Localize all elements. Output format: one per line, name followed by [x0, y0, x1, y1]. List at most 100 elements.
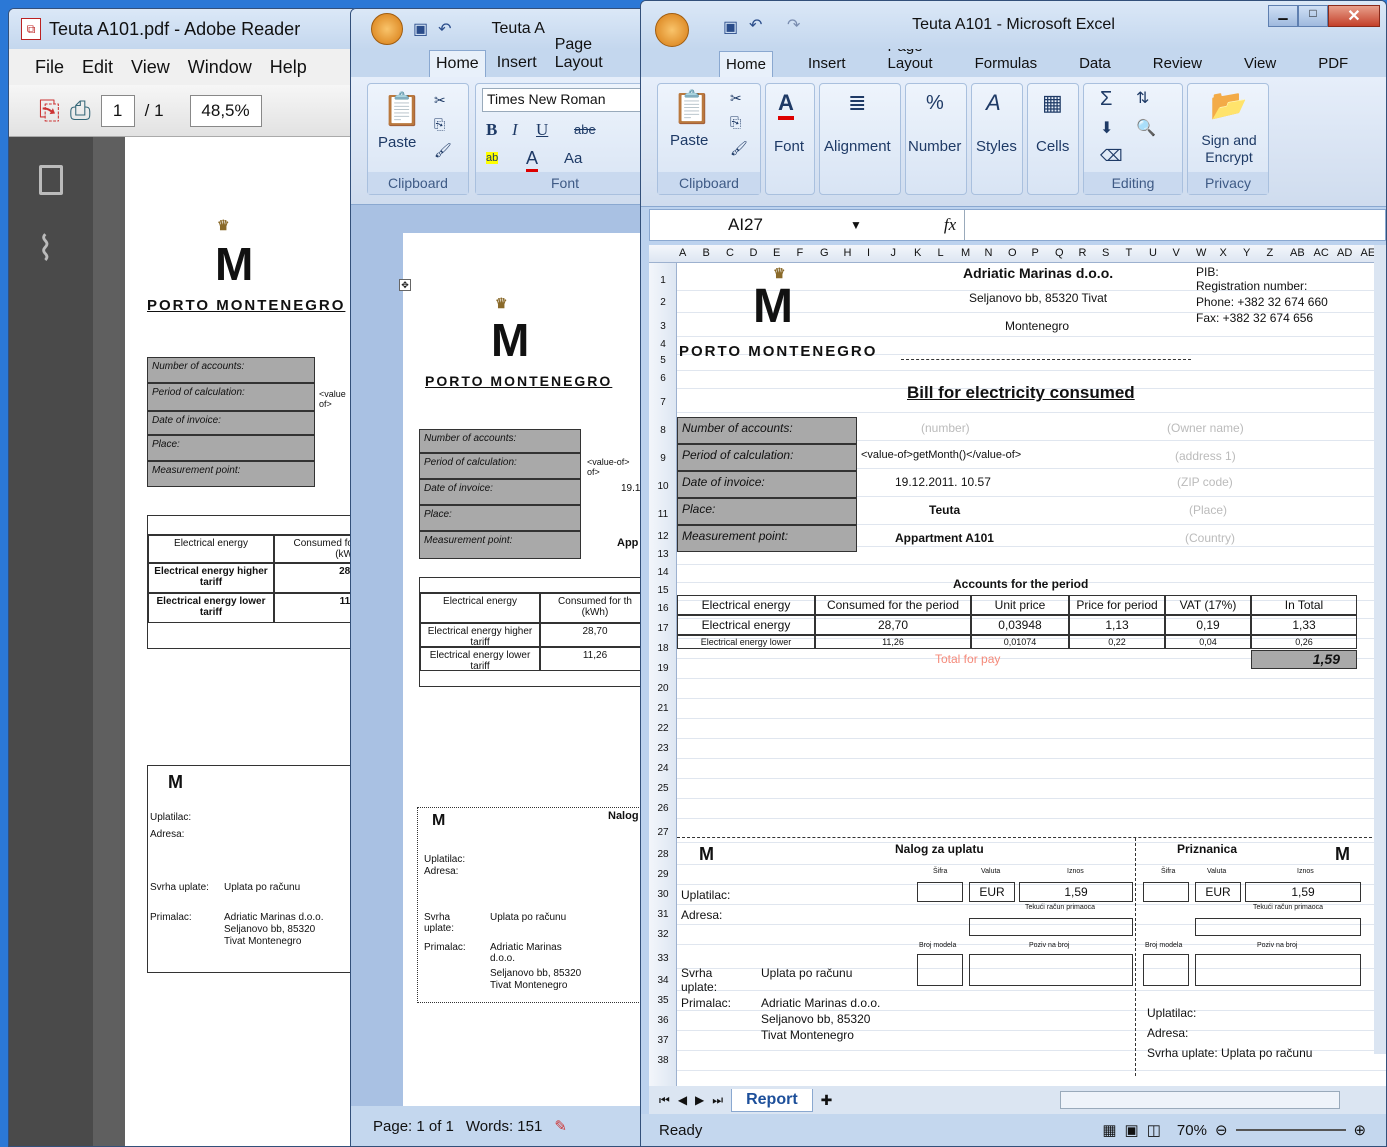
row-header[interactable]: 32	[649, 929, 677, 940]
amount-box[interactable]: 1,59	[1019, 882, 1133, 902]
last-sheet-icon[interactable]: ⏭	[712, 1093, 723, 1108]
format-painter-icon[interactable]: 🖌	[730, 140, 748, 157]
column-header[interactable]: B	[703, 247, 710, 259]
first-sheet-icon[interactable]: ⏮	[659, 1093, 670, 1108]
fill-icon[interactable]: ⬇	[1100, 118, 1113, 138]
column-header[interactable]: Y	[1243, 247, 1250, 259]
row-header[interactable]: 15	[649, 585, 677, 596]
row-header[interactable]: 29	[649, 869, 677, 880]
row-header[interactable]: 30	[649, 889, 677, 900]
cut-icon[interactable]: ✂	[434, 92, 446, 109]
tab-formulas[interactable]: Formulas	[968, 50, 1045, 77]
row-header[interactable]: 2	[649, 297, 677, 308]
office-button-icon[interactable]	[655, 13, 689, 47]
paste-icon[interactable]: 📋	[382, 90, 422, 128]
column-header[interactable]: P	[1032, 247, 1039, 259]
tab-review[interactable]: Review	[1146, 50, 1209, 77]
redo-icon[interactable]: ↷	[787, 15, 800, 35]
row-header[interactable]: 18	[649, 643, 677, 654]
italic-icon[interactable]: I	[512, 120, 518, 140]
column-header[interactable]: L	[938, 247, 944, 259]
row-header[interactable]: 27	[649, 827, 677, 838]
clear-icon[interactable]: ⌫	[1100, 146, 1123, 166]
row-header[interactable]: 4	[649, 339, 677, 350]
paste-button[interactable]: Paste	[670, 132, 708, 149]
row-header[interactable]: 17	[649, 623, 677, 634]
row-header[interactable]: 1	[649, 275, 677, 286]
row-header[interactable]: 11	[649, 509, 677, 520]
export-icon[interactable]: ⎙	[70, 95, 91, 127]
page-layout-view-icon[interactable]: ▣	[1125, 1121, 1139, 1139]
name-box-dropdown-icon[interactable]: ▼	[850, 218, 862, 232]
currency-box[interactable]: EUR	[969, 882, 1015, 902]
column-header[interactable]: R	[1079, 247, 1087, 259]
change-case-icon[interactable]: Aa	[564, 150, 582, 167]
reference-box[interactable]	[969, 954, 1133, 986]
strikethrough-icon[interactable]: abe	[574, 122, 596, 137]
row-header[interactable]: 26	[649, 803, 677, 814]
save-icon[interactable]: ▣	[413, 19, 428, 39]
column-header[interactable]: K	[914, 247, 921, 259]
column-header[interactable]: E	[773, 247, 780, 259]
spreadsheet-grid[interactable]: A B C D E F G H I J K L M N O P Q R S T U V W X Y Z AB AC AD AE 12345…	[649, 245, 1386, 1086]
paste-button[interactable]: Paste	[378, 134, 416, 151]
row-header[interactable]: 3	[649, 321, 677, 332]
undo-icon[interactable]: ↶	[749, 15, 762, 35]
zoom-input[interactable]: 48,5%	[189, 94, 262, 127]
menu-edit[interactable]: Edit	[82, 57, 113, 78]
row-header[interactable]: 14	[649, 567, 677, 578]
row-header[interactable]: 20	[649, 683, 677, 694]
row-header[interactable]: 37	[649, 1035, 677, 1046]
column-header[interactable]: O	[1008, 247, 1017, 259]
word-count[interactable]: Words: 151	[466, 1118, 542, 1135]
row-header[interactable]: 24	[649, 763, 677, 774]
sheet-tab-report[interactable]: Report	[731, 1088, 813, 1112]
column-header[interactable]: S	[1102, 247, 1109, 259]
column-header[interactable]: AC	[1314, 247, 1329, 259]
row-header[interactable]: 13	[649, 549, 677, 560]
tab-insert[interactable]: Insert	[801, 50, 853, 77]
column-header[interactable]: AE	[1361, 247, 1376, 259]
column-header[interactable]: D	[750, 247, 758, 259]
tab-home[interactable]: Home	[719, 51, 774, 77]
row-header[interactable]: 25	[649, 783, 677, 794]
column-header[interactable]: J	[891, 247, 897, 259]
row-header[interactable]: 6	[649, 373, 677, 384]
row-header[interactable]: 12	[649, 531, 677, 542]
row-header[interactable]: 22	[649, 723, 677, 734]
help-icon[interactable]: ❓	[1383, 59, 1386, 77]
tab-view[interactable]: View	[1237, 50, 1283, 77]
page-number-input[interactable]: 1	[100, 94, 135, 127]
copy-icon[interactable]: ⎘	[434, 116, 445, 133]
bold-icon[interactable]: B	[486, 120, 497, 140]
column-header[interactable]: F	[797, 247, 804, 259]
tab-insert[interactable]: Insert	[490, 49, 544, 77]
copy-icon[interactable]: ⎘	[730, 114, 741, 131]
row-header[interactable]: 35	[649, 995, 677, 1006]
column-header[interactable]: T	[1126, 247, 1133, 259]
row-header[interactable]: 8	[649, 425, 677, 436]
column-header[interactable]: X	[1220, 247, 1227, 259]
page-break-view-icon[interactable]: ◫	[1147, 1121, 1161, 1139]
column-header[interactable]: Z	[1267, 247, 1274, 259]
row-header[interactable]: 7	[649, 397, 677, 408]
create-pdf-icon[interactable]: ⎘	[39, 95, 60, 127]
format-painter-icon[interactable]: 🖌	[434, 142, 452, 159]
sort-filter-icon[interactable]: ⇅	[1136, 88, 1149, 108]
excel-styles-group[interactable]: A Styles	[971, 83, 1023, 195]
column-header[interactable]: Q	[1055, 247, 1064, 259]
table-move-icon[interactable]: ✥	[399, 279, 411, 291]
row-header[interactable]: 21	[649, 703, 677, 714]
pages-icon[interactable]	[39, 165, 63, 195]
model-box[interactable]	[917, 954, 963, 986]
row-header[interactable]: 31	[649, 909, 677, 920]
row-header[interactable]: 9	[649, 453, 677, 464]
font-color-icon[interactable]: A	[526, 148, 539, 172]
row-header[interactable]: 36	[649, 1015, 677, 1026]
column-header[interactable]: A	[679, 247, 686, 259]
excel-font-group[interactable]: A Font	[765, 83, 815, 195]
underline-icon[interactable]: U	[536, 120, 548, 140]
minimize-button[interactable]: ▁	[1268, 5, 1298, 27]
row-header[interactable]: 38	[649, 1055, 677, 1066]
fx-icon[interactable]: fx	[944, 215, 956, 235]
